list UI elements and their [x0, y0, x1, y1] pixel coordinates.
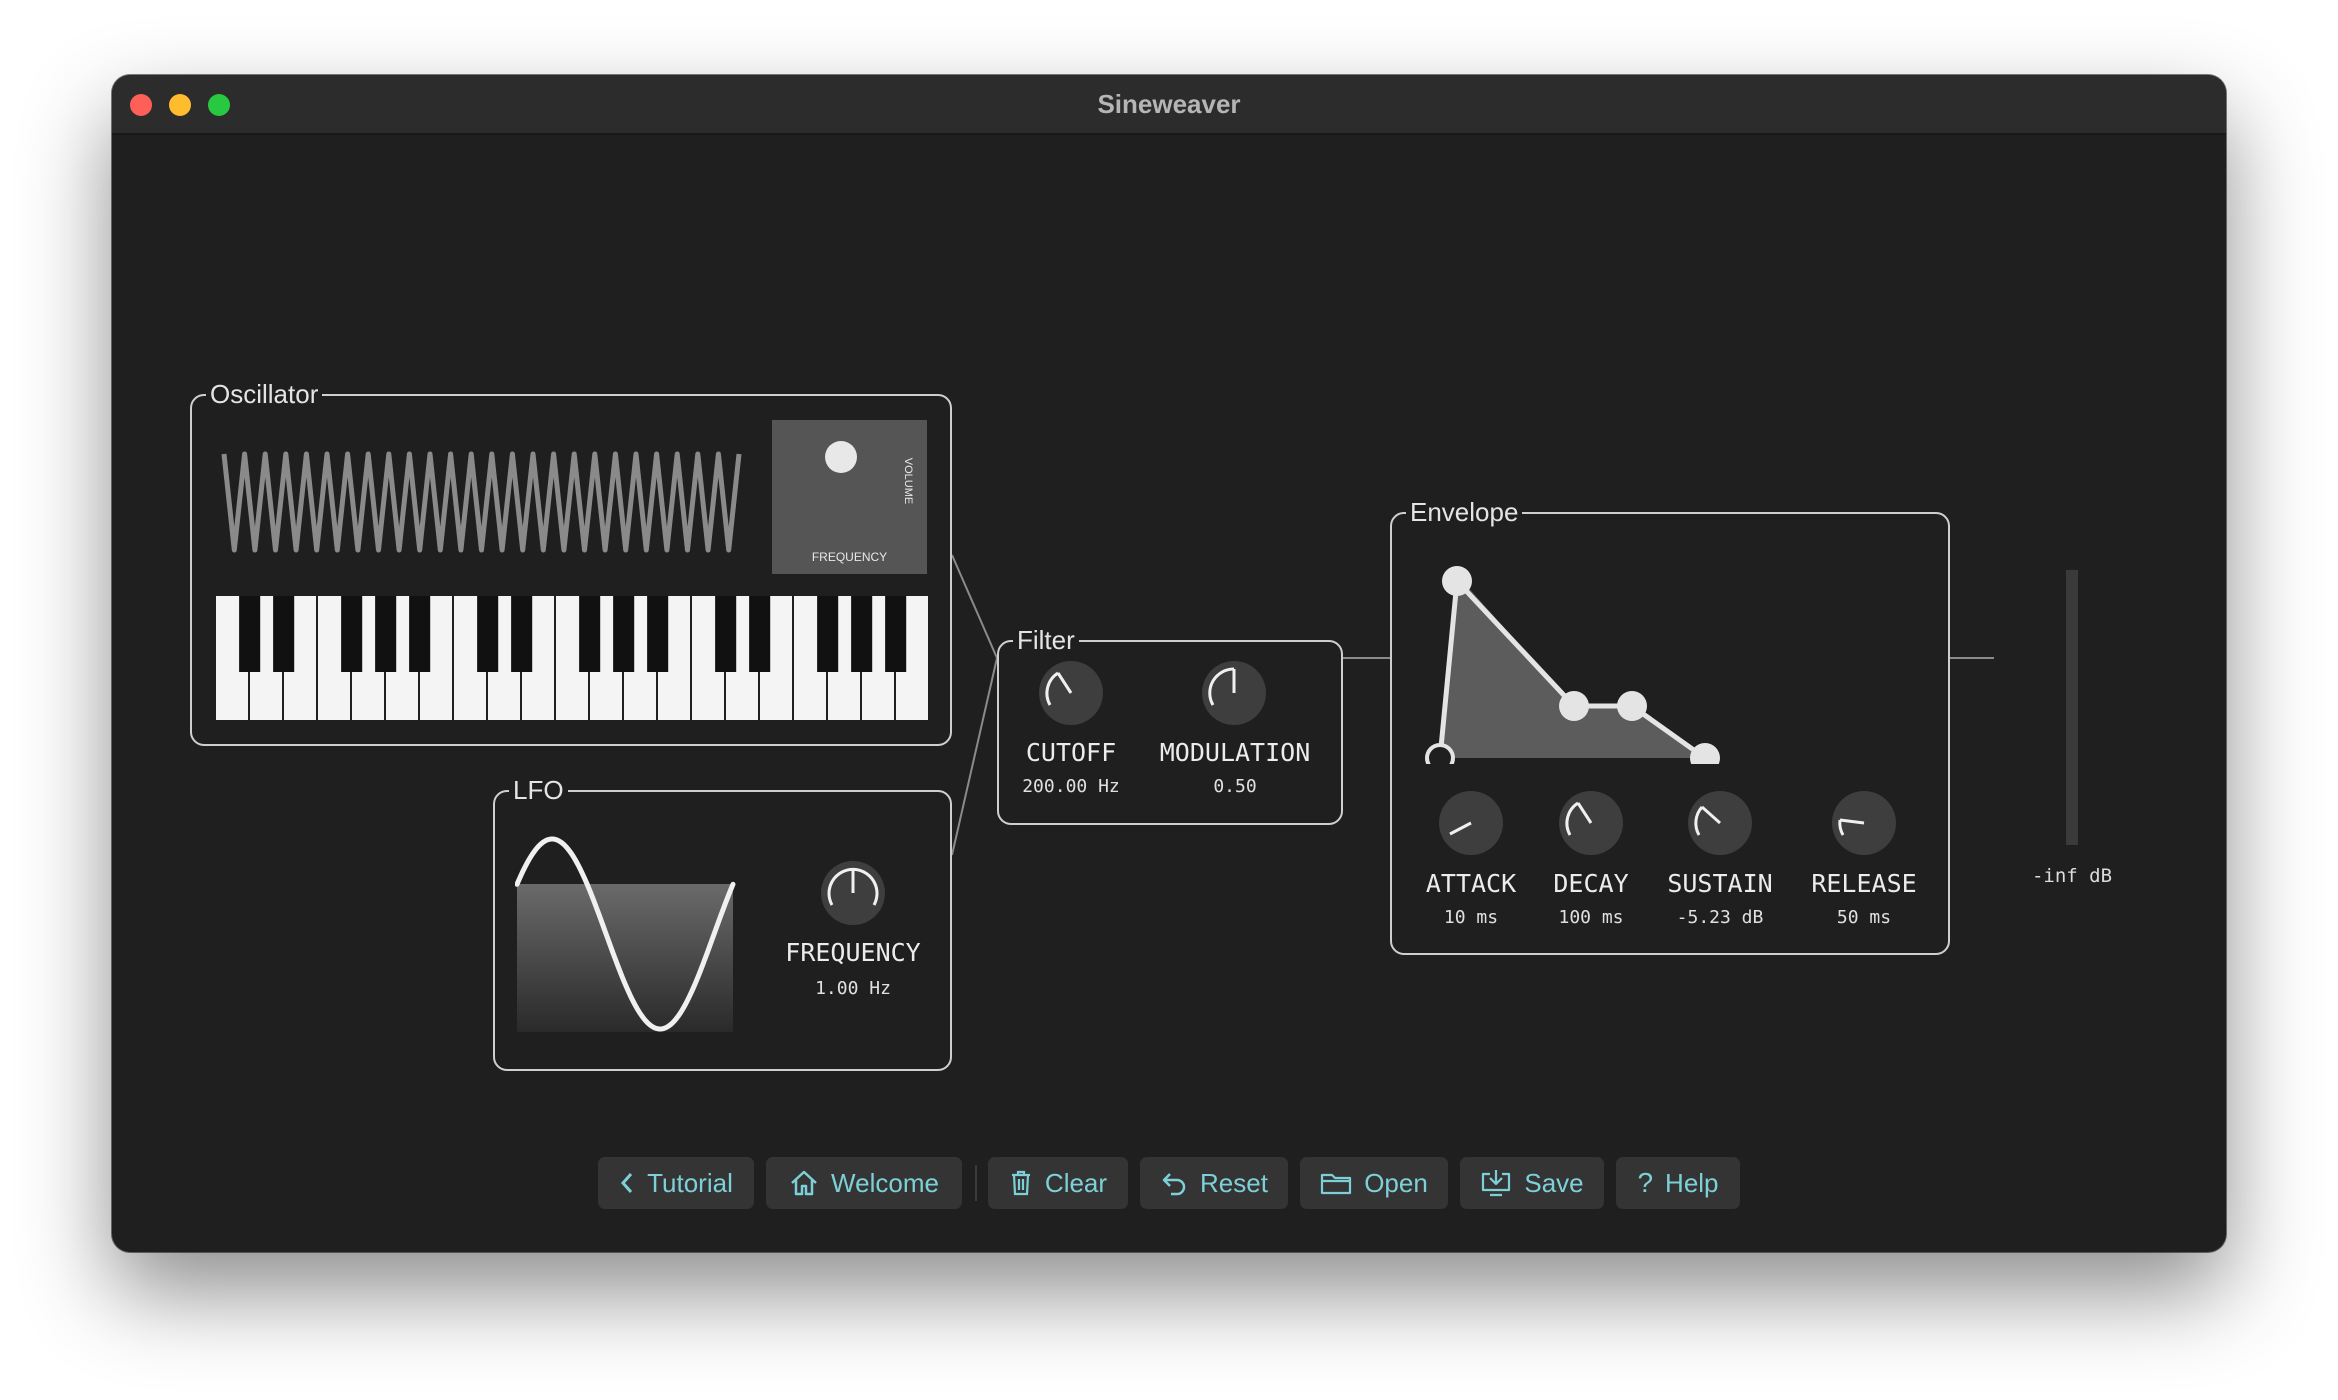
release-knob[interactable] — [1829, 788, 1899, 858]
black-key — [885, 596, 907, 672]
modulation-value: 0.50 — [1213, 776, 1257, 797]
pad-y-label: VOLUME — [902, 457, 914, 505]
reset-button[interactable]: Reset — [1140, 1157, 1288, 1209]
lfo-waveform — [515, 836, 736, 1032]
filter-module: Filter CUTOFF 200.00 Hz MODULATION 0.50 — [997, 625, 1343, 825]
app-window: Sineweaver Oscillator VOLUME FREQUENCY L… — [112, 75, 2226, 1252]
release-value: 50 ms — [1836, 907, 1892, 928]
black-key — [375, 596, 397, 672]
lfo-frequency-knob[interactable] — [818, 858, 888, 928]
envelope-graph[interactable] — [1412, 534, 1812, 764]
sustain-point — [1617, 691, 1647, 721]
filter-title: Filter — [1013, 625, 1079, 655]
help-button[interactable]: ? Help — [1616, 1157, 1740, 1209]
sustain-knob[interactable] — [1685, 788, 1755, 858]
trash-icon — [1009, 1169, 1033, 1197]
chevron-left-icon — [619, 1171, 635, 1195]
decay-point — [1559, 691, 1589, 721]
synth-canvas: Oscillator VOLUME FREQUENCY LFO FREQUENC… — [112, 135, 2226, 1252]
black-key — [647, 596, 669, 672]
download-icon — [1480, 1168, 1512, 1198]
undo-icon — [1160, 1169, 1188, 1197]
oscillator-title: Oscillator — [206, 379, 323, 409]
black-key — [273, 596, 295, 672]
output-level-meter — [2066, 570, 2078, 845]
open-label: Open — [1364, 1167, 1428, 1198]
clear-button[interactable]: Clear — [988, 1157, 1128, 1209]
envelope-title: Envelope — [1406, 497, 1523, 527]
save-label: Save — [1524, 1167, 1584, 1198]
black-key — [749, 596, 771, 672]
pad-handle[interactable] — [825, 441, 857, 473]
question-icon: ? — [1637, 1167, 1654, 1198]
black-key — [851, 596, 873, 672]
black-key — [239, 596, 261, 672]
welcome-label: Welcome — [831, 1167, 939, 1198]
save-button[interactable]: Save — [1460, 1157, 1604, 1209]
tutorial-label: Tutorial — [647, 1167, 733, 1198]
clear-label: Clear — [1044, 1167, 1108, 1198]
reset-label: Reset — [1200, 1167, 1268, 1198]
envelope-module: Envelope ATTACK 10 ms DECAY 100 ms SUSTA… — [1390, 497, 1950, 955]
black-key — [613, 596, 635, 672]
lfo-module: LFO FREQUENCY 1.00 Hz — [493, 775, 952, 1071]
title-bar: Sineweaver — [112, 75, 2226, 135]
lfo-frequency-value: 1.00 Hz — [815, 978, 891, 999]
oscillator-waveform — [221, 451, 742, 553]
help-label: Help — [1665, 1167, 1719, 1198]
output-level-label: -inf dB — [2031, 865, 2113, 887]
attack-knob[interactable] — [1436, 788, 1506, 858]
oscillator-module: Oscillator VOLUME FREQUENCY — [190, 379, 952, 746]
welcome-button[interactable]: Welcome — [766, 1157, 962, 1209]
lfo-title: LFO — [509, 775, 568, 805]
open-button[interactable]: Open — [1300, 1157, 1448, 1209]
pad-x-label: FREQUENCY — [811, 550, 888, 564]
lfo-frequency-label: FREQUENCY — [785, 938, 921, 967]
frequency-volume-pad[interactable]: VOLUME FREQUENCY — [772, 420, 927, 574]
black-key — [341, 596, 363, 672]
toolbar-divider — [975, 1165, 977, 1201]
envelope-start-point — [1425, 743, 1455, 764]
home-icon — [789, 1169, 819, 1197]
cutoff-knob[interactable] — [1036, 658, 1106, 728]
black-key — [477, 596, 499, 672]
black-key — [817, 596, 839, 672]
folder-icon — [1320, 1170, 1352, 1196]
tutorial-button[interactable]: Tutorial — [598, 1157, 754, 1209]
window-title: Sineweaver — [1097, 89, 1241, 119]
black-key — [579, 596, 601, 672]
modulation-label: MODULATION — [1159, 738, 1311, 767]
release-label: RELEASE — [1811, 869, 1917, 898]
black-key — [511, 596, 533, 672]
release-point — [1690, 743, 1720, 764]
black-key — [409, 596, 431, 672]
attack-point — [1442, 566, 1472, 596]
black-key — [715, 596, 737, 672]
decay-knob[interactable] — [1556, 788, 1626, 858]
modulation-knob[interactable] — [1199, 658, 1269, 728]
piano-keyboard[interactable] — [216, 596, 930, 721]
